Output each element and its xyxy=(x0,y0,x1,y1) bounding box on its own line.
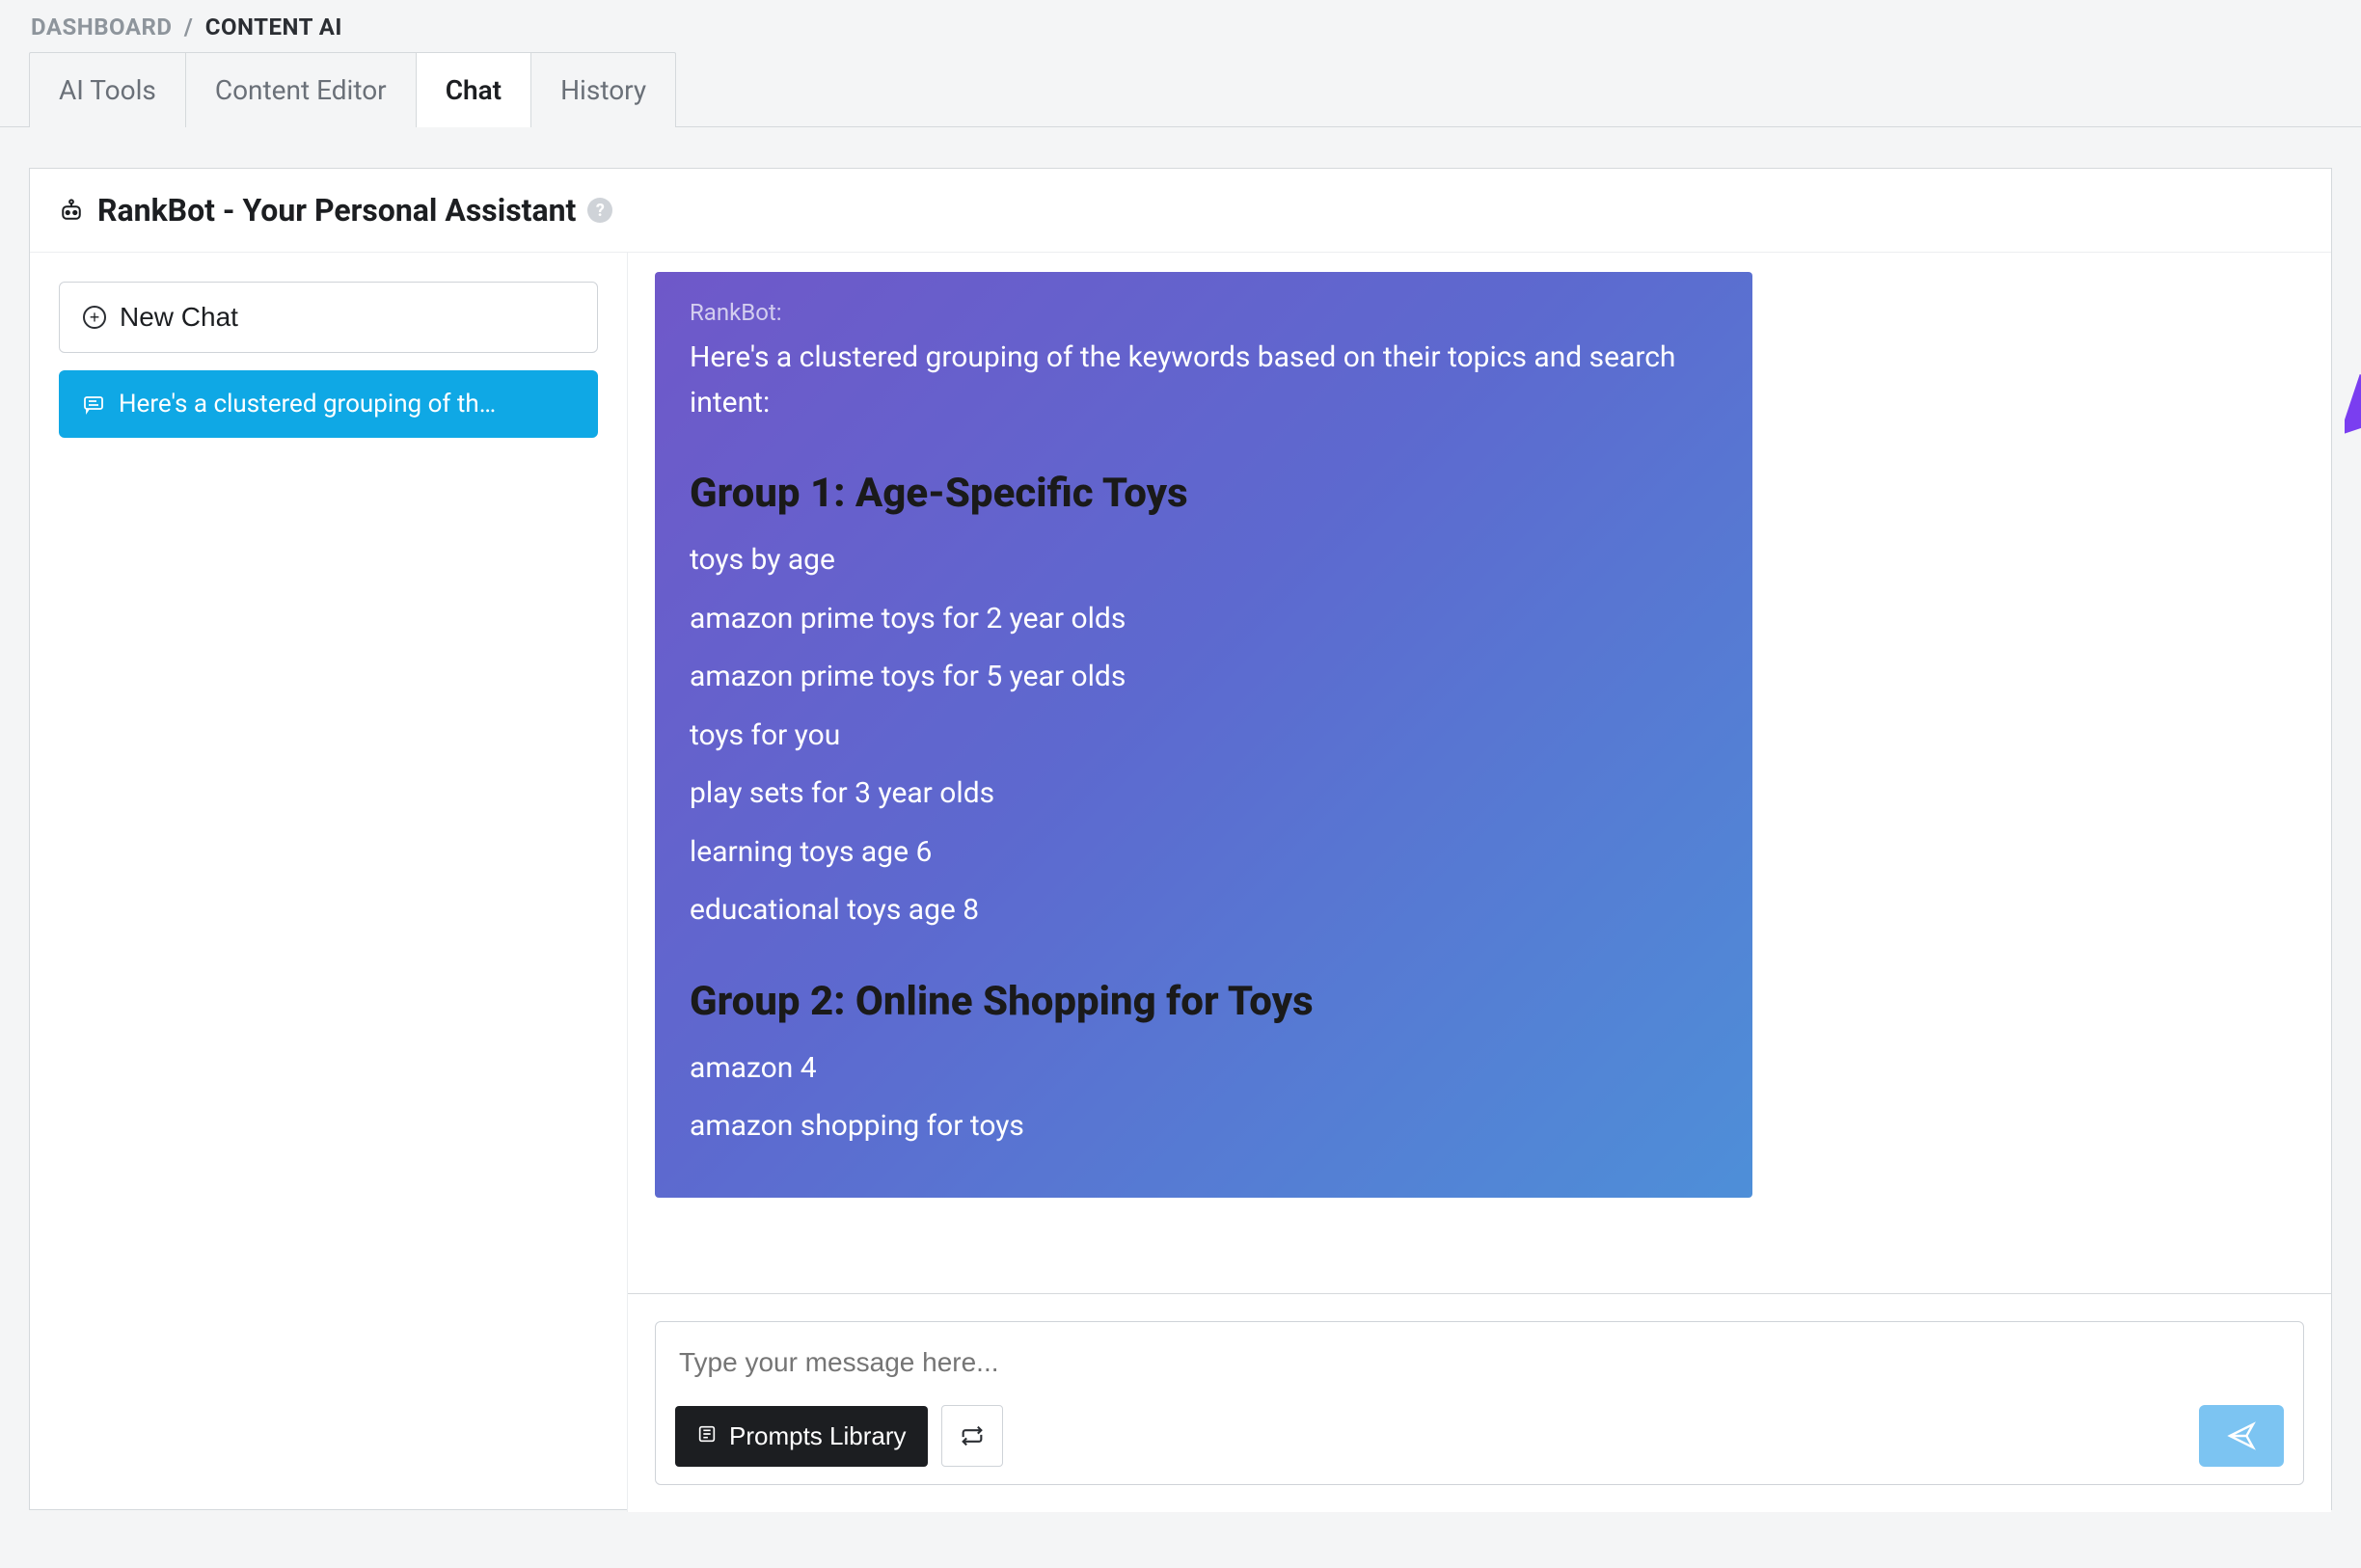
prompts-library-button[interactable]: Prompts Library xyxy=(675,1406,928,1467)
robot-icon xyxy=(57,196,86,225)
group1-list: toys by age amazon prime toys for 2 year… xyxy=(690,538,1718,933)
chat-card: RankBot - Your Personal Assistant ? + Ne… xyxy=(29,168,2332,1510)
tab-ai-tools[interactable]: AI Tools xyxy=(29,52,186,127)
send-button[interactable] xyxy=(2199,1405,2284,1467)
tab-history[interactable]: History xyxy=(530,52,676,127)
composer-wrap: Prompts Library xyxy=(628,1293,2331,1512)
chat-bubble-icon xyxy=(82,392,105,416)
tab-strip: AI Tools Content Editor Chat History xyxy=(0,52,2361,127)
list-item: play sets for 3 year olds xyxy=(690,771,1718,817)
chat-sidebar: + New Chat Here's a clustered grouping o… xyxy=(30,253,628,1512)
help-icon[interactable]: ? xyxy=(587,198,612,223)
list-item: amazon prime toys for 5 year olds xyxy=(690,655,1718,700)
breadcrumb-dashboard[interactable]: DASHBOARD xyxy=(31,14,172,41)
tab-chat[interactable]: Chat xyxy=(416,52,531,127)
group2-list: amazon 4 amazon shopping for toys xyxy=(690,1046,1718,1149)
prompts-library-label: Prompts Library xyxy=(729,1421,907,1451)
tab-content-editor[interactable]: Content Editor xyxy=(185,52,417,127)
repeat-button[interactable] xyxy=(941,1405,1003,1467)
messages-area: RankBot: Here's a clustered grouping of … xyxy=(628,253,2331,1293)
new-chat-label: New Chat xyxy=(120,302,238,333)
repeat-icon xyxy=(959,1422,986,1449)
breadcrumb-separator: / xyxy=(178,14,199,41)
library-icon xyxy=(696,1421,718,1451)
list-item: amazon shopping for toys xyxy=(690,1104,1718,1149)
bot-from-label: RankBot: xyxy=(690,299,1718,326)
group2-title: Group 2: Online Shopping for Toys xyxy=(690,978,1718,1025)
chat-main: RankBot: Here's a clustered grouping of … xyxy=(628,253,2331,1512)
group1-title: Group 1: Age-Specific Toys xyxy=(690,470,1718,517)
bot-lead-text: Here's a clustered grouping of the keywo… xyxy=(690,336,1718,425)
list-item: educational toys age 8 xyxy=(690,888,1718,933)
list-item: amazon 4 xyxy=(690,1046,1718,1092)
list-item: toys by age xyxy=(690,538,1718,583)
breadcrumb-current: CONTENT AI xyxy=(205,14,342,41)
chat-history-label: Here's a clustered grouping of th… xyxy=(119,390,496,419)
list-item: toys for you xyxy=(690,714,1718,759)
send-icon xyxy=(2226,1420,2257,1451)
new-chat-button[interactable]: + New Chat xyxy=(59,282,598,353)
composer: Prompts Library xyxy=(655,1321,2304,1485)
bot-message: RankBot: Here's a clustered grouping of … xyxy=(655,272,1752,1198)
message-input[interactable] xyxy=(675,1339,2284,1386)
list-item: learning toys age 6 xyxy=(690,830,1718,876)
card-title: RankBot - Your Personal Assistant xyxy=(97,192,576,229)
plus-icon: + xyxy=(83,306,106,329)
breadcrumb: DASHBOARD / CONTENT AI xyxy=(0,0,2361,52)
list-item: amazon prime toys for 2 year olds xyxy=(690,597,1718,642)
chat-history-item[interactable]: Here's a clustered grouping of th… xyxy=(59,370,598,438)
card-header: RankBot - Your Personal Assistant ? xyxy=(30,169,2331,253)
